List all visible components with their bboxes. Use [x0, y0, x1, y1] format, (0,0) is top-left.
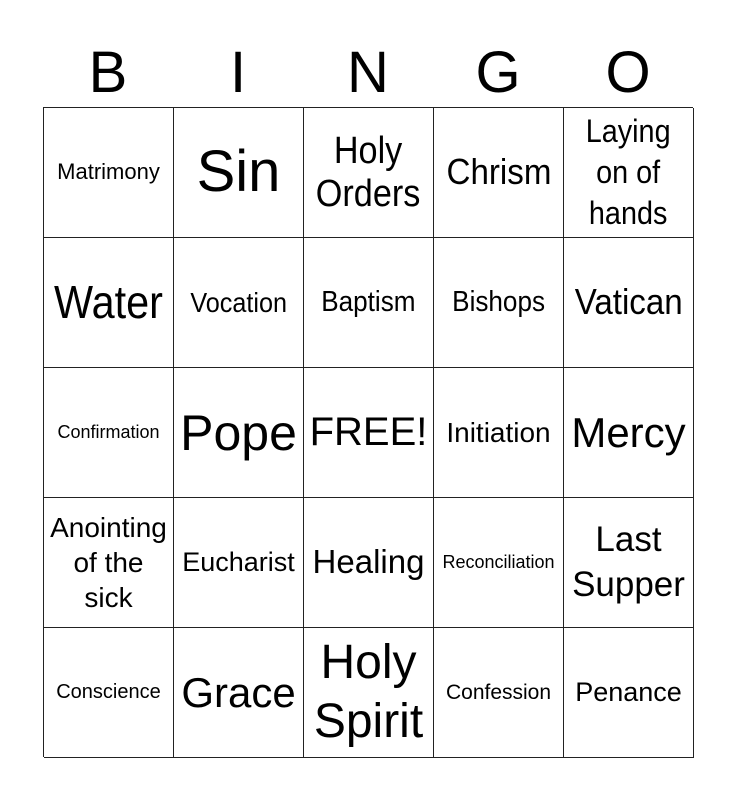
bingo-cell[interactable]: Mercy: [564, 368, 694, 498]
cell-label: FREE!: [309, 410, 428, 455]
cell-label: Vatican: [574, 281, 683, 323]
cell-label: Reconciliation: [442, 552, 555, 573]
bingo-cell[interactable]: Holy Spirit: [304, 628, 434, 758]
bingo-cell[interactable]: Chrism: [434, 108, 564, 238]
bingo-cell[interactable]: Anointing of the sick: [44, 498, 174, 628]
free-space-cell[interactable]: FREE!: [304, 368, 434, 498]
bingo-cell[interactable]: Vatican: [564, 238, 694, 368]
bingo-cell[interactable]: Penance: [564, 628, 694, 758]
header-letter-n: N: [347, 40, 389, 105]
cell-label: Water: [54, 275, 163, 328]
cell-label: Sin: [196, 139, 281, 205]
cell-label: Matrimony: [57, 159, 160, 185]
bingo-cell[interactable]: Eucharist: [174, 498, 304, 628]
cell-label: Grace: [181, 668, 296, 716]
cell-label: Initiation: [446, 416, 551, 448]
cell-label: Chrism: [446, 151, 551, 193]
bingo-cell[interactable]: Grace: [174, 628, 304, 758]
cell-label: Mercy: [571, 408, 686, 456]
bingo-cell[interactable]: Confirmation: [44, 368, 174, 498]
bingo-cell[interactable]: Pope: [174, 368, 304, 498]
header-letter-g: G: [475, 40, 521, 105]
header-letter-i: I: [229, 40, 247, 105]
cell-label: Anointing of the sick: [50, 512, 167, 613]
cell-label: Holy Spirit: [313, 635, 424, 748]
cell-label: Holy Orders: [316, 129, 421, 215]
cell-label: Bishops: [452, 286, 545, 319]
bingo-cell[interactable]: Matrimony: [44, 108, 174, 238]
cell-label: Penance: [575, 677, 682, 708]
cell-label: Pope: [180, 404, 297, 461]
cell-label: Confirmation: [57, 422, 160, 443]
bingo-cell[interactable]: Conscience: [44, 628, 174, 758]
bingo-cell[interactable]: Reconciliation: [434, 498, 564, 628]
bingo-cell[interactable]: Water: [44, 238, 174, 368]
bingo-cell[interactable]: Healing: [304, 498, 434, 628]
cell-label: Healing: [312, 543, 425, 581]
bingo-cell[interactable]: Bishops: [434, 238, 564, 368]
cell-label: Confession: [445, 680, 552, 704]
bingo-cell[interactable]: Baptism: [304, 238, 434, 368]
header-letter-o: O: [605, 40, 651, 105]
cell-label: Baptism: [321, 286, 416, 319]
cell-label: Laying on of hands: [586, 113, 671, 231]
cell-label: Conscience: [56, 681, 161, 704]
bingo-cell[interactable]: Sin: [174, 108, 304, 238]
bingo-cell[interactable]: Laying on of hands: [564, 108, 694, 238]
bingo-cell[interactable]: Vocation: [174, 238, 304, 368]
cell-label: Vocation: [190, 286, 287, 318]
cell-label: Eucharist: [182, 547, 295, 578]
bingo-cell[interactable]: Holy Orders: [304, 108, 434, 238]
bingo-cell[interactable]: Confession: [434, 628, 564, 758]
bingo-cell[interactable]: Initiation: [434, 368, 564, 498]
header-letter-b: B: [88, 40, 128, 105]
bingo-header: B I N G O: [43, 40, 693, 106]
bingo-card-grid: Matrimony Sin Holy Orders Chrism Laying …: [43, 107, 694, 758]
cell-label: Last Supper: [572, 519, 685, 604]
bingo-cell[interactable]: Last Supper: [564, 498, 694, 628]
